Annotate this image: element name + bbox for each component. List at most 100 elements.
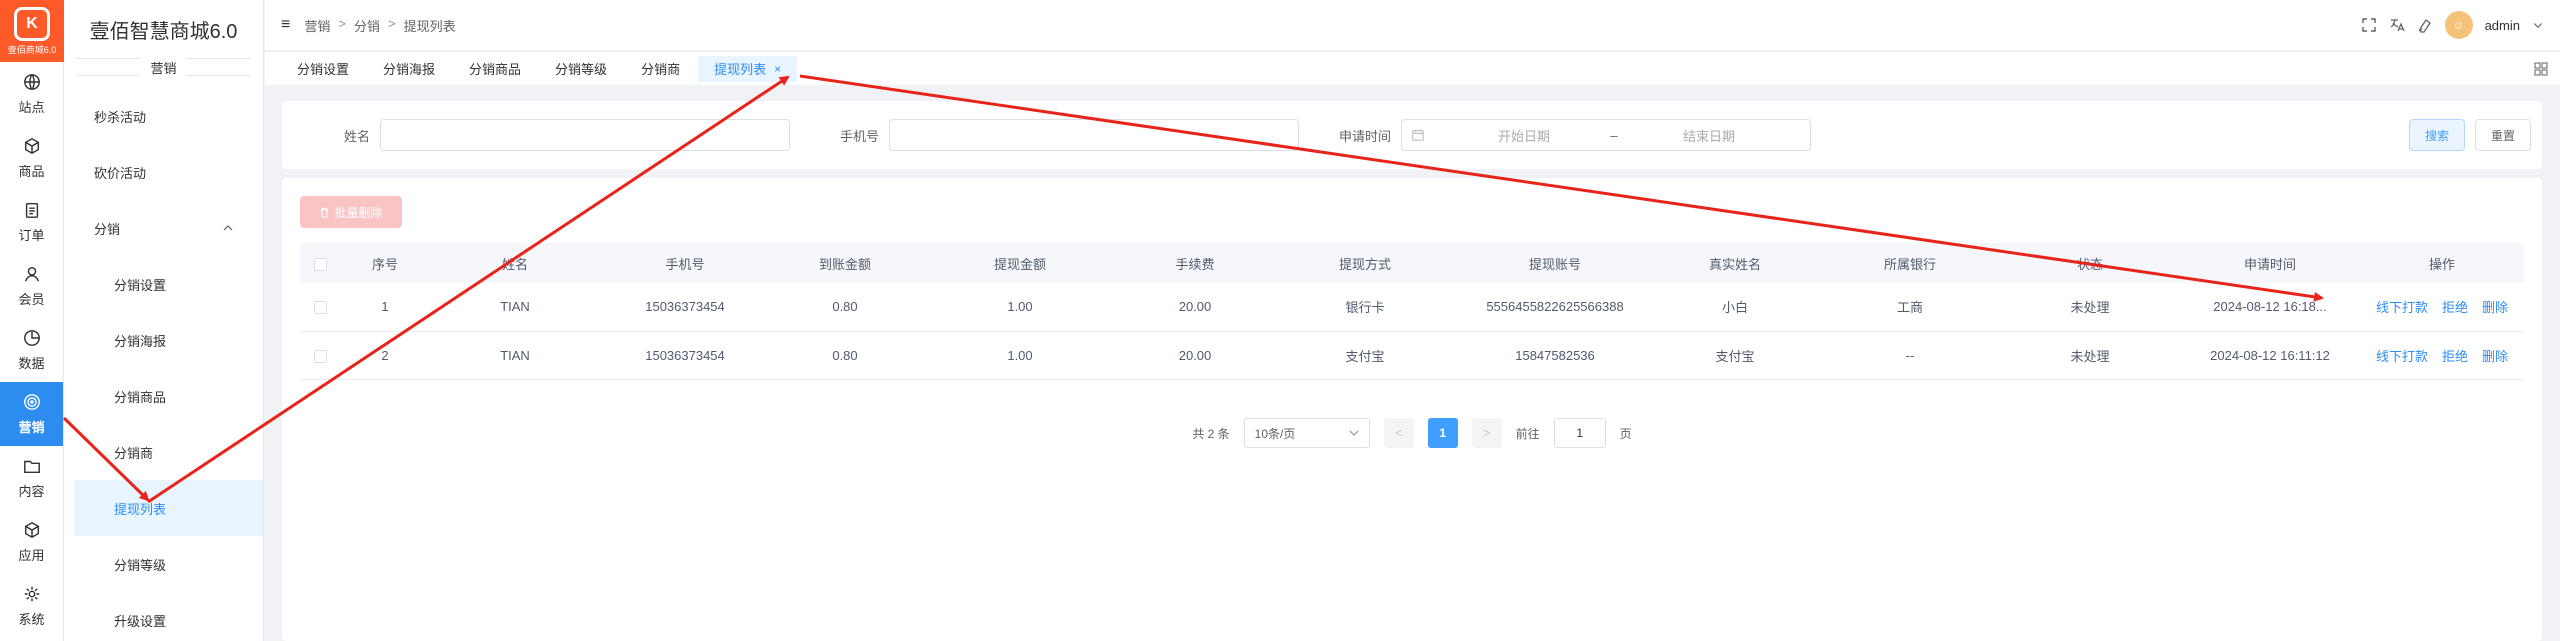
menu-item-dist-levels[interactable]: 分销等级	[64, 536, 263, 592]
goto-suffix: 页	[1619, 426, 1632, 441]
rail-item-apps[interactable]: 应用	[0, 510, 63, 574]
clear-cache-icon[interactable]	[2417, 17, 2433, 33]
page-number-current[interactable]: 1	[1427, 418, 1458, 448]
select-all-cell[interactable]	[300, 243, 340, 283]
row-checkbox[interactable]	[313, 301, 327, 315]
page-tabs: 分销设置 分销海报 分销商品 分销等级 分销商 提现列表 ×	[265, 51, 2560, 85]
submenu-section-title: 营销	[76, 57, 251, 77]
offline-pay-link[interactable]: 线下打款	[2376, 346, 2428, 365]
rail-item-marketing[interactable]: 营销	[0, 382, 63, 446]
page-size-value: 10条/页	[1254, 426, 1296, 441]
breadcrumb-separator: >	[387, 15, 396, 31]
menu-item-dist-settings[interactable]: 分销设置	[64, 256, 263, 312]
menu-item-withdraw-list[interactable]: 提现列表	[74, 480, 263, 536]
cell-fee: 20.00	[1120, 283, 1270, 332]
rail-label: 订单	[18, 227, 45, 243]
reject-link[interactable]: 拒绝	[2442, 346, 2468, 365]
translate-icon[interactable]	[2389, 17, 2405, 33]
pie-chart-icon	[23, 329, 40, 346]
rail-item-members[interactable]: 会员	[0, 254, 63, 318]
batch-delete-label: 批量删除	[334, 205, 383, 220]
breadcrumb-item-current: 提现列表	[403, 18, 456, 34]
trash-icon	[321, 207, 329, 218]
menu-item-seckill[interactable]: 秒杀活动	[64, 88, 263, 144]
cell-phone: 15036373454	[600, 331, 770, 380]
rail-item-site[interactable]: 站点	[0, 62, 63, 126]
chevron-down-icon	[1349, 430, 1359, 436]
menu-item-dist-poster[interactable]: 分销海报	[64, 312, 263, 368]
tab-distributors[interactable]: 分销商	[625, 56, 696, 82]
cell-account: 15847582536	[1460, 331, 1650, 380]
date-range-picker[interactable]: 开始日期 – 结束日期	[1401, 119, 1812, 151]
tab-dist-settings[interactable]: 分销设置	[281, 56, 365, 82]
row-select-cell[interactable]	[300, 331, 340, 380]
start-date-placeholder[interactable]: 开始日期	[1454, 126, 1594, 145]
table-row: 2 TIAN 15036373454 0.80 1.00 20.00 支付宝 1…	[300, 331, 2524, 380]
cell-withdraw-amount: 1.00	[920, 283, 1120, 332]
rail-item-orders[interactable]: 订单	[0, 190, 63, 254]
phone-input[interactable]	[889, 119, 1300, 151]
tab-dist-levels[interactable]: 分销等级	[539, 56, 623, 82]
select-all-checkbox[interactable]	[313, 257, 327, 271]
menu-item-distributors[interactable]: 分销商	[64, 424, 263, 480]
column-header: 申请时间	[2180, 243, 2360, 283]
breadcrumb-item[interactable]: 营销	[304, 16, 330, 35]
rail-item-content[interactable]: 内容	[0, 446, 63, 510]
rail-item-goods[interactable]: 商品	[0, 126, 63, 190]
cell-account: 5556455822625566388	[1460, 283, 1650, 332]
table-header-row: 序号 姓名 手机号 到账金额 提现金额 手续费 提现方式 提现账号 真实姓名 所…	[300, 243, 2524, 283]
row-checkbox[interactable]	[313, 349, 327, 363]
tab-dist-poster[interactable]: 分销海报	[367, 56, 451, 82]
cell-real-name: 小白	[1650, 283, 1820, 332]
logo-subtitle: 壹佰商城6.0	[7, 44, 57, 55]
fullscreen-icon[interactable]	[2361, 17, 2377, 33]
cell-index: 2	[340, 331, 430, 380]
menu-toggle-icon[interactable]: ≡	[281, 16, 290, 34]
column-header: 手续费	[1120, 243, 1270, 283]
user-icon	[24, 266, 39, 281]
rail-label: 商品	[18, 163, 45, 179]
cell-status: 未处理	[2000, 331, 2180, 380]
reset-button[interactable]: 重置	[2475, 119, 2532, 151]
logo[interactable]: K 壹佰商城6.0	[0, 0, 64, 62]
menu-group-distribution[interactable]: 分销	[64, 200, 263, 256]
folder-icon	[23, 460, 40, 473]
chevron-down-icon[interactable]	[2532, 19, 2544, 31]
reject-link[interactable]: 拒绝	[2442, 297, 2468, 316]
page-size-select[interactable]: 10条/页	[1243, 418, 1370, 448]
cell-arrive-amount: 0.80	[770, 331, 920, 380]
goto-page-input[interactable]: 1	[1553, 418, 1606, 448]
name-input[interactable]	[380, 119, 791, 151]
search-button[interactable]: 搜索	[2409, 119, 2466, 151]
rail-label: 站点	[18, 99, 45, 115]
breadcrumb-item[interactable]: 分销	[354, 16, 380, 35]
column-header: 提现金额	[920, 243, 1120, 283]
breadcrumb: 营销 > 分销 > 提现列表	[304, 16, 455, 35]
sub-menu: 壹佰智慧商城6.0 营销 秒杀活动 砍价活动 分销 分销设置 分销海报 分销商品…	[64, 0, 264, 641]
grid-icon[interactable]	[2534, 62, 2548, 76]
avatar[interactable]: ☺	[2444, 11, 2473, 39]
rail-item-data[interactable]: 数据	[0, 318, 63, 382]
menu-item-dist-goods[interactable]: 分销商品	[64, 368, 263, 424]
menu-item-upgrade-settings[interactable]: 升级设置	[64, 592, 263, 641]
rail-label: 营销	[18, 419, 45, 435]
offline-pay-link[interactable]: 线下打款	[2376, 297, 2428, 316]
end-date-placeholder[interactable]: 结束日期	[1634, 126, 1784, 145]
delete-link[interactable]: 删除	[2482, 346, 2508, 365]
prev-page-button[interactable]: <	[1383, 418, 1414, 448]
rail-label: 应用	[18, 547, 45, 563]
menu-item-bargain[interactable]: 砍价活动	[64, 144, 263, 200]
rail-item-system[interactable]: 系统	[0, 574, 63, 638]
column-header: 到账金额	[770, 243, 920, 283]
row-select-cell[interactable]	[300, 283, 340, 332]
cell-bank: --	[1820, 331, 2000, 380]
chevron-up-icon	[223, 225, 233, 231]
tab-withdraw-list[interactable]: 提现列表 ×	[698, 55, 798, 82]
next-page-button[interactable]: >	[1471, 418, 1502, 448]
close-icon[interactable]: ×	[774, 62, 781, 76]
username[interactable]: admin	[2485, 18, 2520, 33]
tab-dist-goods[interactable]: 分销商品	[453, 56, 537, 82]
box-icon	[24, 137, 39, 154]
batch-delete-button[interactable]: 批量删除	[300, 196, 402, 228]
delete-link[interactable]: 删除	[2482, 297, 2508, 316]
